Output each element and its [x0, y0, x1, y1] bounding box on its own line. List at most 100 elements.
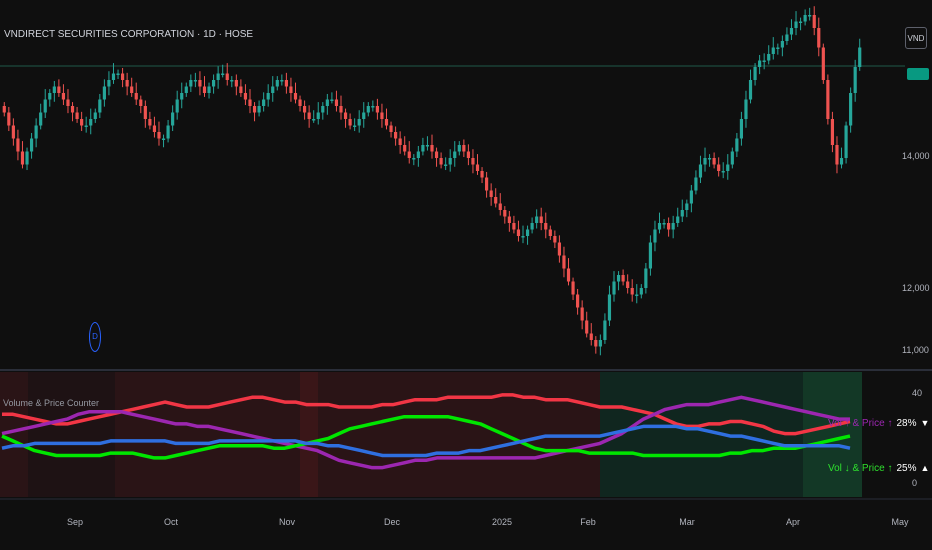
- time-axis-label: Nov: [278, 517, 296, 527]
- candle-body: [2, 106, 6, 113]
- candle-body: [694, 177, 698, 191]
- candle-body: [480, 171, 484, 178]
- candle-body: [739, 119, 744, 139]
- indicator-zone: [803, 372, 862, 497]
- candle-body: [808, 15, 812, 17]
- candle-body: [307, 112, 311, 119]
- candle-body: [817, 28, 821, 48]
- candle-body: [148, 119, 152, 126]
- candle-body: [580, 307, 584, 321]
- candle-body: [120, 73, 125, 80]
- candle-body: [275, 80, 279, 87]
- candle-body: [316, 112, 320, 119]
- candle-body: [125, 80, 129, 87]
- candle-body: [748, 80, 753, 100]
- candle-body: [284, 80, 288, 87]
- candle-body: [421, 145, 425, 152]
- candle-body: [644, 268, 648, 288]
- candle-body: [639, 288, 643, 295]
- candle-body: [52, 86, 56, 93]
- candle-body: [362, 112, 366, 119]
- candle-body: [803, 15, 807, 22]
- candle-body: [398, 138, 402, 145]
- candle-body: [798, 21, 803, 23]
- candle-body: [566, 268, 571, 282]
- indicator-zone: [300, 372, 318, 497]
- price-axis-label: 11,000: [902, 345, 929, 355]
- candle-body: [689, 190, 693, 204]
- candle-body: [257, 106, 261, 113]
- candle-body: [730, 151, 734, 165]
- time-axis-label: Mar: [679, 517, 695, 527]
- candle-body: [271, 86, 275, 93]
- candle-body: [312, 119, 316, 121]
- candle-body: [43, 99, 47, 113]
- candle-body: [161, 138, 166, 140]
- candle-body: [839, 158, 844, 165]
- candle-body: [726, 164, 730, 171]
- candle-body: [34, 125, 38, 139]
- candle-body: [635, 294, 639, 296]
- candle-body: [653, 229, 657, 243]
- indicator-zone: [28, 372, 115, 497]
- candle-body: [20, 151, 25, 165]
- candle-body: [384, 119, 389, 126]
- candle-body: [512, 223, 516, 230]
- candle-body: [612, 281, 616, 295]
- candle-body: [771, 47, 775, 54]
- candle-body: [466, 151, 470, 158]
- candle-body: [849, 93, 853, 126]
- legend-vol-up-price-up: Vol ↑ & Price ↑ 28% ▼: [828, 418, 929, 429]
- candle-body: [293, 93, 298, 100]
- candle-body: [539, 216, 543, 223]
- dividend-marker-icon[interactable]: D: [89, 322, 101, 352]
- candle-body: [503, 210, 507, 217]
- candle-body: [107, 80, 111, 87]
- candle-body: [571, 281, 575, 295]
- candle-body: [585, 320, 589, 334]
- candle-body: [353, 125, 357, 127]
- arrow-up-icon: ▲: [920, 463, 930, 473]
- candle-body: [116, 73, 120, 75]
- candle-body: [202, 86, 207, 93]
- time-axis-label: Oct: [163, 517, 179, 527]
- candle-body: [780, 41, 784, 48]
- candle-body: [698, 164, 703, 178]
- candle-body: [735, 138, 739, 152]
- candle-body: [262, 99, 266, 106]
- candle-body: [830, 119, 835, 145]
- candle-body: [821, 47, 825, 80]
- candle-body: [184, 86, 188, 93]
- candle-body: [84, 125, 88, 127]
- candle-body: [680, 210, 684, 217]
- candle-body: [66, 99, 70, 106]
- candle-body: [407, 151, 411, 158]
- candle-body: [343, 112, 348, 119]
- candle-body: [175, 99, 179, 113]
- candle-body: [712, 158, 716, 165]
- candle-body: [230, 80, 234, 82]
- legend-label: Vol ↑ & Price ↑: [828, 418, 893, 429]
- symbol-button[interactable]: VND: [905, 27, 927, 49]
- price-chart[interactable]: [0, 0, 932, 550]
- candle-body: [189, 80, 193, 87]
- candle-body: [130, 86, 134, 93]
- candle-body: [239, 86, 243, 93]
- candle-body: [589, 333, 593, 340]
- candle-body: [152, 125, 157, 132]
- candle-body: [835, 145, 839, 165]
- candle-body: [594, 340, 598, 347]
- candle-body: [462, 145, 466, 152]
- candle-body: [521, 236, 525, 238]
- candle-body: [70, 106, 75, 113]
- candle-body: [471, 158, 475, 165]
- time-axis-label: Dec: [383, 517, 401, 527]
- candle-body: [621, 275, 625, 282]
- candle-body: [403, 145, 407, 152]
- candle-body: [853, 67, 857, 93]
- candle-body: [412, 158, 416, 160]
- price-axis-label: 14,000: [902, 151, 930, 161]
- candle-body: [858, 47, 862, 67]
- indicator-title[interactable]: Volume & Price Counter: [3, 398, 99, 408]
- candle-body: [485, 177, 489, 191]
